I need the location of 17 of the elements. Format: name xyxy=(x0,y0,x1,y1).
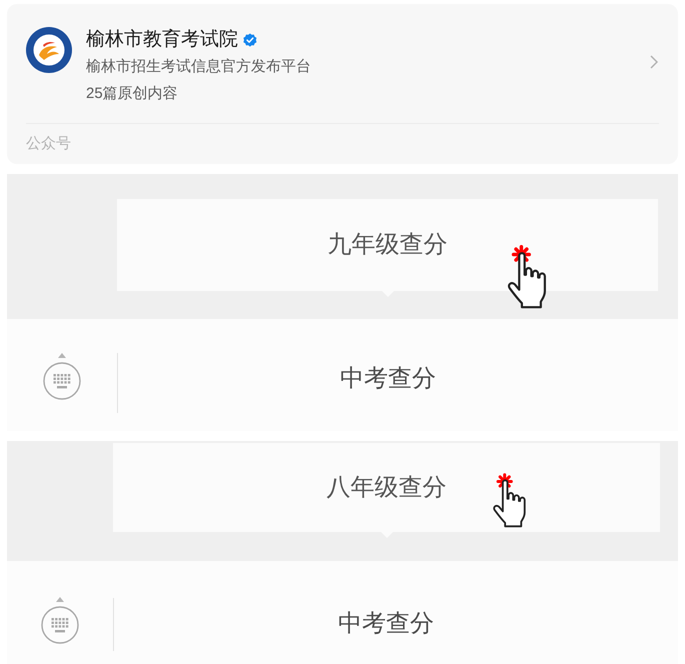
menu-button[interactable]: 中考查分 xyxy=(338,609,434,639)
keyboard-toggle-button[interactable] xyxy=(41,597,79,644)
keyboard-icon xyxy=(41,606,79,644)
original-count: 25篇原创内容 xyxy=(86,84,178,104)
keyboard-toggle-button[interactable] xyxy=(43,353,81,400)
caret-up-icon xyxy=(58,353,66,358)
logo-icon xyxy=(26,27,72,73)
account-card[interactable]: 榆林市教育考试院 榆林市招生考试信息官方发布平台 25篇原创内容 公众号 xyxy=(7,4,678,164)
submenu-item[interactable]: 九年级查分 xyxy=(328,230,448,260)
chevron-right-icon xyxy=(650,55,658,69)
account-name: 榆林市教育考试院 xyxy=(86,28,238,52)
account-type-label: 公众号 xyxy=(26,135,71,152)
caret-up-icon xyxy=(56,597,64,602)
submenu-item[interactable]: 八年级查分 xyxy=(326,472,446,502)
menu-button[interactable]: 中考查分 xyxy=(340,364,436,394)
keyboard-icon xyxy=(43,362,81,400)
account-description: 榆林市招生考试信息官方发布平台 xyxy=(86,57,311,77)
